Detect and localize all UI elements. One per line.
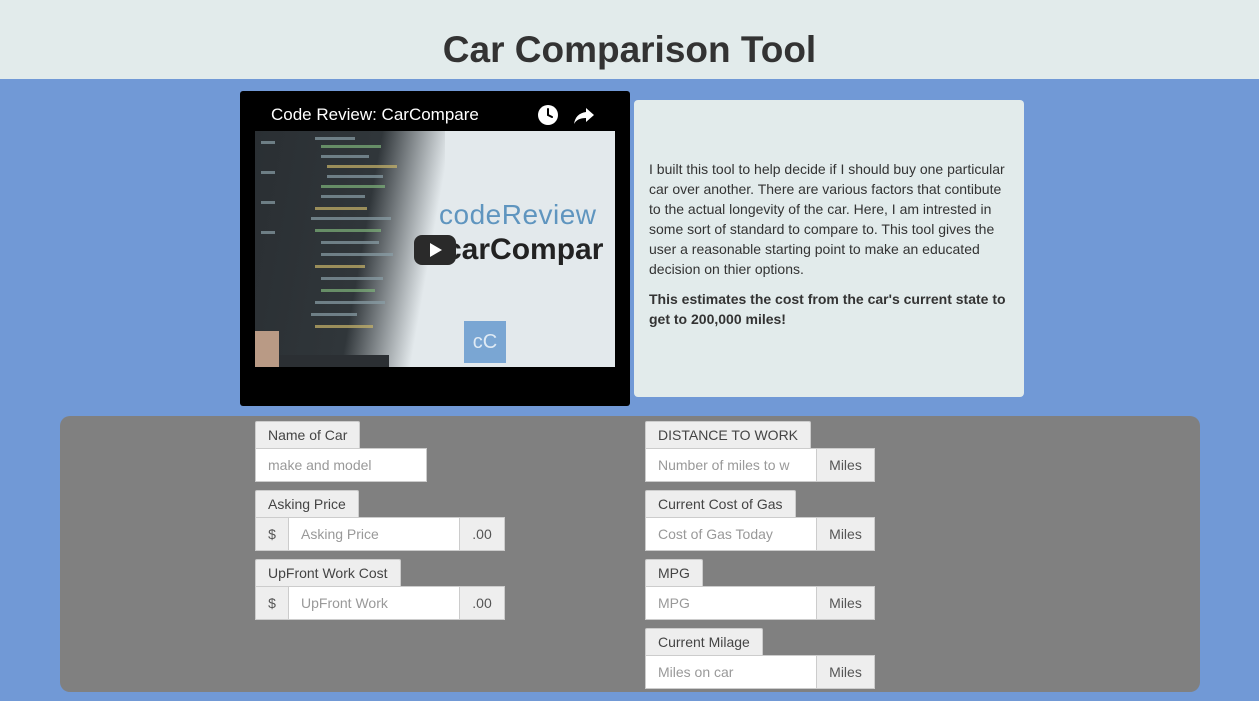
name-of-car-input[interactable]: make and model — [255, 448, 427, 482]
page-header: Car Comparison Tool — [0, 0, 1259, 79]
asking-price-label: Asking Price — [255, 490, 359, 517]
milage-suffix: Miles — [816, 655, 875, 689]
mpg-label: MPG — [645, 559, 703, 586]
play-button[interactable] — [414, 235, 456, 265]
name-of-car-label: Name of Car — [255, 421, 361, 448]
mpg-suffix: Miles — [816, 586, 875, 620]
thumbnail-brand-line2: carCompar — [445, 233, 604, 266]
video-thumbnail[interactable]: codeReview carCompar cC — [255, 131, 615, 367]
thumbnail-brand-line1: codeReview — [439, 199, 597, 230]
description-text: I built this tool to help decide if I sh… — [649, 161, 1005, 277]
presenter-avatar — [255, 331, 279, 367]
current-milage-label: Current Milage — [645, 628, 763, 655]
upfront-work-input[interactable]: UpFront Work — [288, 586, 460, 620]
asking-price-input[interactable]: Asking Price — [288, 517, 460, 551]
cc-logo: cC — [464, 321, 506, 363]
distance-to-work-input[interactable]: Number of miles to w — [645, 448, 817, 482]
upfront-work-label: UpFront Work Cost — [255, 559, 401, 586]
description-emphasis: This estimates the cost from the car's c… — [649, 291, 1006, 327]
distance-to-work-label: DISTANCE TO WORK — [645, 421, 812, 448]
gas-cost-input[interactable]: Cost of Gas Today — [645, 517, 817, 551]
mpg-input[interactable]: MPG — [645, 586, 817, 620]
video-title[interactable]: Code Review: CarCompare — [271, 105, 479, 125]
video-player[interactable]: Code Review: CarCompare codeReview carCo… — [240, 91, 630, 406]
gas-cost-label: Current Cost of Gas — [645, 490, 796, 517]
watch-later-clock-icon[interactable] — [536, 103, 560, 127]
asking-price-prefix: $ — [255, 517, 289, 551]
upfront-work-prefix: $ — [255, 586, 289, 620]
upfront-work-suffix: .00 — [459, 586, 505, 620]
asking-price-suffix: .00 — [459, 517, 505, 551]
page-title: Car Comparison Tool — [442, 29, 817, 70]
description-panel: I built this tool to help decide if I sh… — [634, 100, 1024, 397]
share-arrow-icon[interactable] — [572, 103, 596, 127]
car-form-panel — [60, 416, 1200, 692]
current-milage-input[interactable]: Miles on car — [645, 655, 817, 689]
gas-cost-suffix: Miles — [816, 517, 875, 551]
taskbar-preview — [279, 355, 389, 367]
distance-miles-suffix: Miles — [816, 448, 875, 482]
